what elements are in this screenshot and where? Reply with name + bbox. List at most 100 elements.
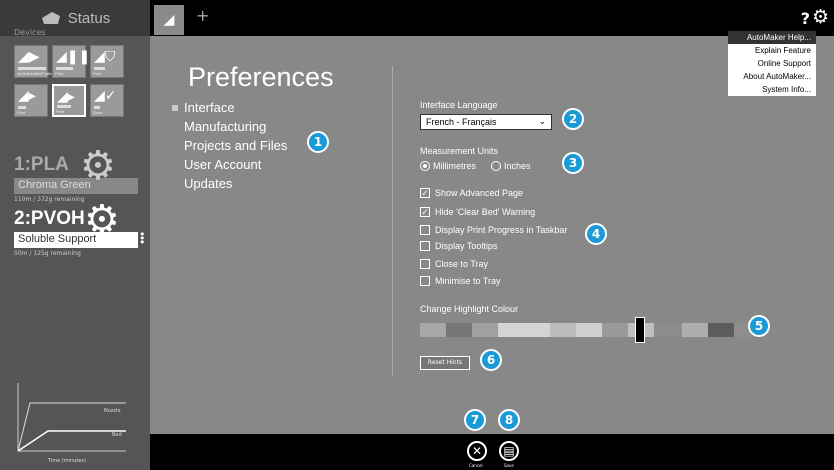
devices-label: Devices	[14, 28, 46, 37]
menu-item-support[interactable]: Online Support	[728, 57, 816, 70]
checkbox-print-progress[interactable]: Display Print Progress in Taskbar	[420, 225, 567, 235]
colour-swatch[interactable]	[498, 323, 550, 337]
checkbox-label: Hide 'Clear Bed' Warning	[435, 207, 536, 217]
preferences-nav: Interface Manufacturing Projects and Fil…	[172, 98, 287, 193]
checkbox-show-advanced[interactable]: ✓ Show Advanced Page	[420, 188, 523, 198]
colour-swatch[interactable]	[472, 323, 498, 337]
colour-picker[interactable]	[420, 323, 758, 337]
save-icon: ▤	[503, 444, 515, 458]
save-button[interactable]: ▤	[499, 441, 519, 461]
colour-selection-marker[interactable]	[635, 317, 645, 343]
collapse-handle[interactable]: • • •	[139, 229, 146, 248]
device-label: Print	[55, 71, 64, 76]
colour-swatch[interactable]	[550, 323, 576, 337]
colour-swatch[interactable]	[446, 323, 472, 337]
callout-badge: 3	[562, 152, 584, 174]
callout-badge: 4	[585, 223, 607, 245]
device-tile[interactable]: ◢✓ Done	[90, 84, 124, 117]
menu-item-explain[interactable]: Explain Feature	[728, 44, 816, 57]
progress-bar	[18, 67, 46, 70]
checkbox-box	[420, 276, 430, 286]
device-label: Print	[17, 110, 26, 115]
shield-icon: ◢⛉	[94, 49, 116, 65]
cancel-button[interactable]: ✕	[467, 441, 487, 461]
play-icon: ◢▸	[57, 89, 75, 105]
colour-swatch[interactable]	[420, 323, 446, 337]
checkbox-minimise-to-tray[interactable]: Minimise to Tray	[420, 276, 501, 286]
checkbox-hide-clear-bed[interactable]: ✓ Hide 'Clear Bed' Warning	[420, 207, 535, 217]
radio-millimetres[interactable]: Millimetres	[420, 161, 476, 171]
close-icon: ✕	[471, 444, 483, 458]
colour-swatch[interactable]	[654, 323, 682, 337]
pause-icon: ◢❚❚	[56, 49, 91, 65]
device-label: Print	[93, 71, 102, 76]
checkbox-label: Display Tooltips	[435, 241, 498, 251]
radio-circle	[491, 161, 501, 171]
tab-status[interactable]: ◢	[154, 5, 184, 35]
temperature-graph	[17, 383, 126, 452]
menu-item-sysinfo[interactable]: System Info...	[728, 83, 816, 96]
checkbox-label: Show Advanced Page	[435, 188, 524, 198]
bottom-bar	[150, 434, 834, 470]
material-remaining: 50m / 125g remaining	[14, 250, 81, 257]
checkbox-label: Display Print Progress in Taskbar	[435, 225, 568, 235]
checkbox-box	[420, 225, 430, 235]
callout-badge: 6	[480, 349, 502, 371]
menu-item-about[interactable]: About AutoMaker...	[728, 70, 816, 83]
device-tile[interactable]: ◢⛉ Print	[90, 45, 124, 78]
check-icon: ✓	[420, 188, 430, 198]
nozzle-label: Nozzle	[104, 408, 121, 414]
page-title: Preferences	[188, 62, 334, 92]
radio-circle	[420, 161, 430, 171]
save-label: Save	[504, 463, 514, 468]
colour-swatch[interactable]	[576, 323, 602, 337]
language-value: French - Français	[426, 117, 497, 127]
device-tile-selected[interactable]: ◢▸ Print	[52, 84, 86, 117]
play-icon: ◢▸	[18, 88, 36, 104]
language-label: Interface Language	[420, 100, 498, 110]
help-button[interactable]: ?	[801, 9, 810, 28]
callout-badge: 5	[748, 315, 770, 337]
checkbox-close-to-tray[interactable]: Close to Tray	[420, 259, 488, 269]
device-tile[interactable]: ◢▸ Print	[14, 84, 48, 117]
units-label: Measurement Units	[420, 146, 499, 156]
nav-interface[interactable]: Interface	[172, 98, 287, 117]
check-icon: ✓	[420, 207, 430, 217]
nav-manufacturing[interactable]: Manufacturing	[172, 117, 287, 136]
colour-swatch[interactable]	[682, 323, 708, 337]
filament-name[interactable]: Chroma Green	[14, 178, 138, 194]
checkbox-label: Minimise to Tray	[435, 276, 501, 286]
gear-icon[interactable]: ⚙	[812, 6, 829, 28]
add-tab-button[interactable]: +	[196, 6, 209, 25]
checkbox-tooltips[interactable]: Display Tooltips	[420, 241, 497, 251]
reel-icon: ⚙	[84, 197, 120, 243]
nav-updates[interactable]: Updates	[172, 174, 287, 193]
colour-label: Change Highlight Colour	[420, 304, 519, 314]
sidebar-title: Status	[67, 9, 111, 27]
nav-user-account[interactable]: User Account	[172, 155, 287, 174]
checkbox-label: Close to Tray	[435, 259, 489, 269]
reel-icon: ⚙	[80, 143, 116, 189]
progress-bar	[94, 106, 100, 109]
colour-swatch[interactable]	[602, 323, 628, 337]
reset-hints-button[interactable]: Reset Hints	[420, 356, 470, 370]
callout-badge: 2	[562, 108, 584, 130]
nav-projects[interactable]: Projects and Files	[172, 136, 287, 155]
progress-bar	[56, 67, 73, 70]
progress-bar	[57, 105, 71, 108]
callout-badge: 7	[464, 409, 486, 431]
printer-icon: ◢	[163, 12, 175, 28]
colour-swatch[interactable]	[708, 323, 734, 337]
check-icon: ◢✓	[94, 88, 117, 104]
callout-badge: 1	[307, 131, 329, 153]
radio-label: Millimetres	[433, 161, 477, 171]
menu-item-help[interactable]: AutoMaker Help...	[728, 31, 816, 44]
progress-bar	[94, 67, 106, 70]
device-tile[interactable]: ◢❚❚ Print	[52, 45, 90, 78]
checkbox-box	[420, 259, 430, 269]
device-tile[interactable]: ◢▶ 1a2b3c4d5e6f7g8h9i0j1k	[14, 45, 62, 78]
play-icon: ◢▶	[18, 49, 40, 65]
help-menu: AutoMaker Help... Explain Feature Online…	[728, 31, 816, 96]
language-select[interactable]: French - Français ⌄	[420, 114, 552, 130]
radio-inches[interactable]: Inches	[491, 161, 531, 171]
